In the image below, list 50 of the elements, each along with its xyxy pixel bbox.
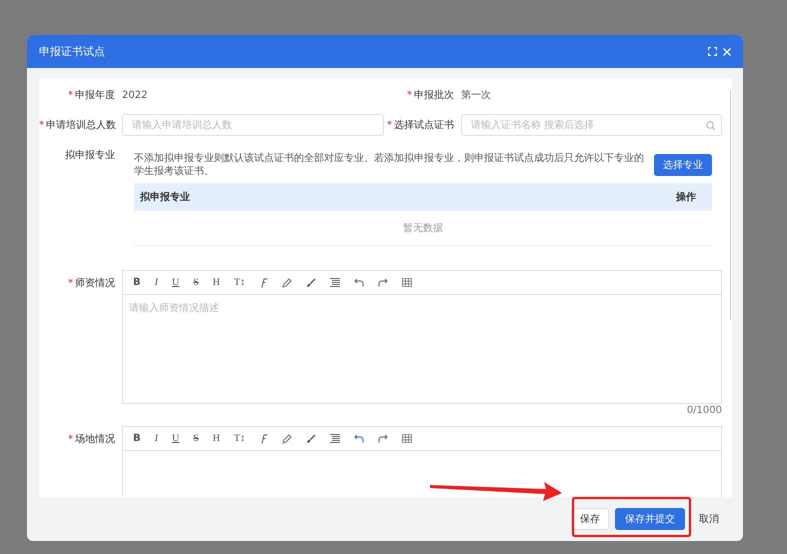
field-label: 拟申报专业: [64, 148, 116, 162]
footer-button[interactable]: 保存: [571, 508, 609, 530]
clear-format-icon[interactable]: [259, 434, 268, 444]
column-header: 操作: [676, 190, 696, 204]
character-counter: 0/1000: [686, 405, 722, 416]
close-icon[interactable]: [723, 48, 731, 56]
field-value: 2022: [122, 90, 148, 100]
format-tool[interactable]: T↕: [234, 277, 246, 288]
align-icon[interactable]: [330, 278, 340, 287]
format-tool[interactable]: S: [193, 433, 199, 444]
pen-icon[interactable]: [282, 434, 292, 444]
format-tool[interactable]: U: [172, 433, 180, 444]
footer-button[interactable]: 保存并提交: [615, 508, 685, 530]
format-tool[interactable]: I: [154, 277, 158, 288]
format-tool[interactable]: H: [212, 277, 220, 288]
redo-icon[interactable]: [378, 278, 388, 287]
brush-icon[interactable]: [306, 278, 316, 288]
empty-message: 暂无数据: [403, 222, 443, 235]
format-tool[interactable]: I: [154, 433, 158, 444]
clear-format-icon[interactable]: [259, 278, 268, 288]
field-label: * 选择试点证书: [386, 118, 455, 132]
field-label: * 师资情况: [67, 276, 116, 290]
select-major-button[interactable]: 选择专业: [654, 154, 712, 176]
undo-icon[interactable]: [354, 278, 364, 287]
format-tool[interactable]: B: [133, 277, 141, 288]
editor-placeholder: 请输入师资情况描述: [129, 303, 219, 314]
format-tool[interactable]: T↕: [234, 433, 246, 444]
dialog-title: 申报证书试点: [39, 44, 105, 59]
brush-icon[interactable]: [306, 434, 316, 444]
table-icon[interactable]: [402, 278, 412, 287]
undo-icon[interactable]: [354, 434, 364, 443]
field-value: 第一次: [461, 89, 491, 102]
format-tool[interactable]: H: [212, 433, 220, 444]
redo-icon[interactable]: [378, 434, 388, 443]
pen-icon[interactable]: [282, 278, 292, 288]
field-label: * 申请培训总人数: [39, 118, 117, 132]
format-tool[interactable]: B: [133, 433, 141, 444]
fullscreen-icon[interactable]: [708, 47, 717, 56]
column-header: 拟申报专业: [140, 190, 190, 204]
rich-text-editor[interactable]: B I U S H T↕ 请输入师资情况描述: [122, 270, 722, 404]
align-icon[interactable]: [330, 434, 340, 443]
table-icon[interactable]: [402, 434, 412, 443]
field-label: * 申报批次: [406, 88, 455, 102]
field-label: * 申报年度: [67, 88, 116, 102]
hint-text: 不添加拟申报专业则默认该试点证书的全部对应专业。若添加拟申报专业，则申报证书试点成功后只允许以下专业的学生报考该证书。: [134, 152, 644, 178]
format-tool[interactable]: U: [172, 277, 180, 288]
footer-button[interactable]: 取消: [691, 508, 727, 530]
field-label: * 场地情况: [67, 432, 116, 446]
format-tool[interactable]: S: [193, 277, 199, 288]
search-icon: [706, 120, 715, 130]
